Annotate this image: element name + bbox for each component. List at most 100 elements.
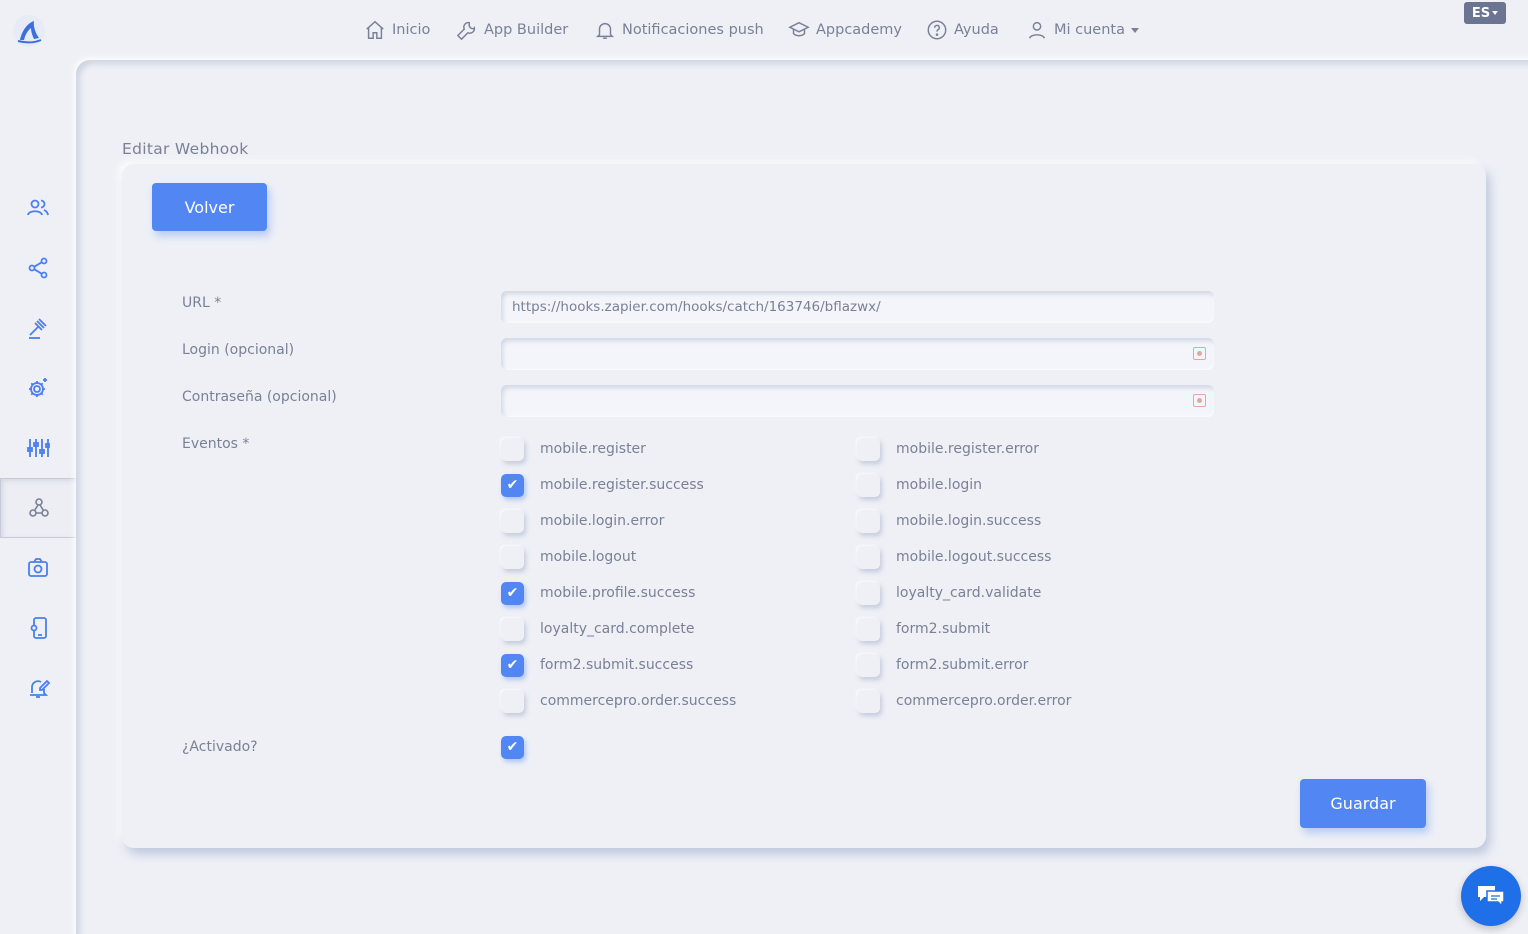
event-label: mobile.logout.success [896,549,1052,565]
page-title: Editar Webhook [122,140,249,158]
sidebar-item-users[interactable] [0,178,76,238]
bell-edit-icon [30,679,50,698]
event-label: mobile.logout [540,549,637,565]
mobile-settings-icon [30,617,47,639]
password-label: Contraseña (opcional) [182,389,337,405]
event-option[interactable]: mobile.login.success [857,509,1041,533]
graduation-cap-icon [788,21,810,37]
event-checkbox[interactable] [857,581,880,605]
sidebar [0,60,76,934]
password-manager-icon[interactable] [1193,394,1206,407]
event-checkbox[interactable] [501,581,524,605]
nav-item-label: Ayuda [954,22,999,38]
event-option[interactable]: mobile.register.error [857,437,1039,461]
password-input[interactable] [501,385,1214,417]
user-icon [1028,21,1046,39]
nav-item-label: Inicio [392,22,431,38]
event-option[interactable]: form2.submit.error [857,653,1028,677]
login-input[interactable] [501,338,1214,370]
event-label: loyalty_card.complete [540,621,695,637]
sidebar-item-notifications[interactable] [0,658,76,718]
event-option[interactable]: mobile.logout.success [857,545,1051,569]
password-manager-icon[interactable] [1193,347,1206,360]
event-option[interactable]: form2.submit.success [501,653,693,677]
event-label: mobile.login.error [540,513,665,529]
login-label: Login (opcional) [182,342,295,358]
active-option[interactable] [501,735,540,759]
wrench-icon [456,21,476,41]
nav-item-inicio[interactable]: Inicio [364,18,430,42]
users-icon [27,199,49,216]
sidebar-item-camera[interactable] [0,538,76,598]
event-label: mobile.login.success [896,513,1042,529]
chevron-down-icon [1131,27,1139,33]
nav-item-mi-cuenta[interactable]: Mi cuenta [1026,18,1139,42]
nav-item-label: Appcademy [816,22,903,38]
nav-item-ayuda[interactable]: Ayuda [926,18,999,42]
event-option[interactable]: commercepro.order.error [857,689,1071,713]
event-checkbox[interactable] [501,437,524,461]
sidebar-item-webhooks[interactable] [0,478,76,538]
event-label: form2.submit [896,621,991,637]
event-checkbox[interactable] [501,653,524,677]
event-checkbox[interactable] [857,509,880,533]
top-navigation: Inicio App Builder Notificaciones push A… [0,0,1528,60]
event-option[interactable]: mobile.register [501,437,646,461]
event-label: mobile.register.success [540,477,704,493]
nav-item-label: Mi cuenta [1054,22,1125,38]
url-value: https://hooks.zapier.com/hooks/catch/163… [512,299,881,315]
chat-icon [1478,886,1505,908]
event-label: mobile.register.error [896,441,1039,457]
event-checkbox[interactable] [501,509,524,533]
sidebar-item-share[interactable] [0,238,76,298]
help-circle-icon [927,20,947,40]
event-checkbox[interactable] [857,689,880,713]
nav-item-app-builder[interactable]: App Builder [456,18,568,42]
event-label: commercepro.order.error [896,693,1072,709]
event-label: loyalty_card.validate [896,585,1042,601]
nav-item-notificaciones[interactable]: Notificaciones push [594,18,764,42]
active-checkbox[interactable] [501,735,524,759]
chat-launcher-button[interactable] [1461,866,1521,926]
event-option[interactable]: mobile.login.error [501,509,664,533]
event-option[interactable]: mobile.logout [501,545,636,569]
event-label: mobile.login [896,477,983,493]
event-checkbox[interactable] [501,473,524,497]
share-icon [28,257,48,279]
sidebar-item-sliders[interactable] [0,418,76,478]
language-selector[interactable]: ES [1464,2,1506,24]
nav-item-label: App Builder [484,22,569,38]
event-checkbox[interactable] [857,545,880,569]
event-checkbox[interactable] [501,689,524,713]
event-option[interactable]: commercepro.order.success [501,689,736,713]
event-checkbox[interactable] [857,437,880,461]
events-label: Eventos * [182,436,250,452]
webhook-icon [28,498,49,517]
active-label: ¿Activado? [182,739,258,755]
event-option[interactable]: loyalty_card.complete [501,617,695,641]
event-checkbox[interactable] [857,653,880,677]
event-option[interactable]: mobile.profile.success [501,581,695,605]
nav-item-label: Notificaciones push [622,22,764,38]
event-checkbox[interactable] [857,473,880,497]
url-input[interactable]: https://hooks.zapier.com/hooks/catch/163… [501,291,1214,323]
event-option[interactable]: mobile.login [857,473,982,497]
event-checkbox[interactable] [857,617,880,641]
event-option[interactable]: form2.submit [857,617,990,641]
event-label: mobile.profile.success [540,585,696,601]
sidebar-item-mobile-settings[interactable] [0,598,76,658]
event-label: mobile.register [540,441,646,457]
settings-gear-icon [29,378,47,397]
event-checkbox[interactable] [501,617,524,641]
gavel-icon [29,318,47,339]
nav-item-appcademy[interactable]: Appcademy [788,18,902,42]
event-checkbox[interactable] [501,545,524,569]
sidebar-item-settings[interactable] [0,358,76,418]
home-icon [366,20,384,39]
webhook-form-card [122,164,1486,848]
back-button[interactable]: Volver [152,183,267,231]
save-button[interactable]: Guardar [1300,779,1426,828]
sidebar-item-gavel[interactable] [0,298,76,358]
event-option[interactable]: loyalty_card.validate [857,581,1041,605]
event-option[interactable]: mobile.register.success [501,473,704,497]
